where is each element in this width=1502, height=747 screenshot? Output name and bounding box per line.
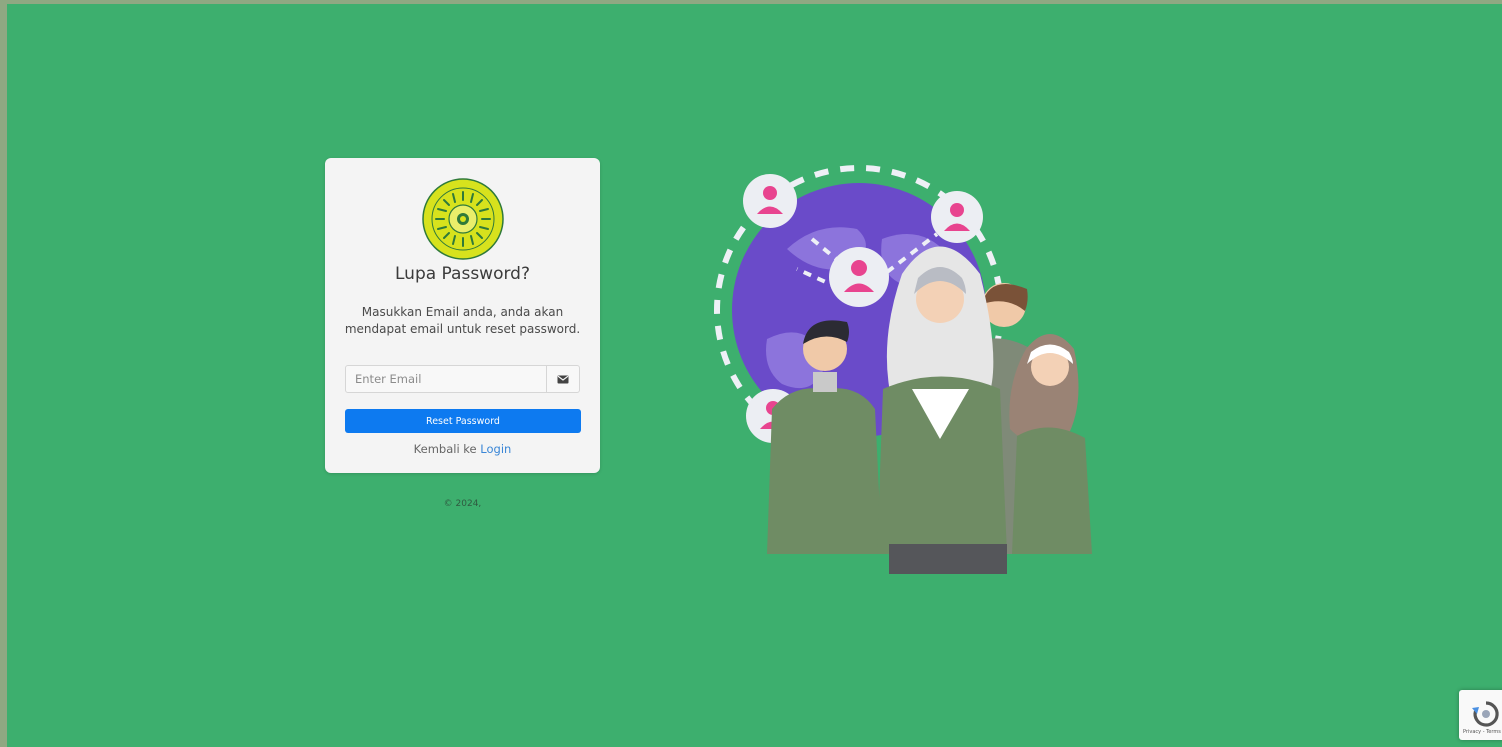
- reset-password-button[interactable]: Reset Password: [345, 409, 581, 433]
- back-text: Kembali ke: [413, 442, 477, 456]
- login-link[interactable]: Login: [480, 442, 511, 456]
- page-title: Lupa Password?: [395, 264, 530, 284]
- envelope-icon: [546, 366, 579, 392]
- user-avatar-icon: [931, 191, 983, 243]
- recaptcha-privacy-terms[interactable]: Privacy - Terms: [1463, 729, 1501, 735]
- email-input[interactable]: [346, 366, 546, 392]
- recaptcha-icon: [1472, 701, 1499, 727]
- university-seal-logo: [422, 178, 504, 260]
- page-background: Lupa Password? Masukkan Email anda, anda…: [7, 4, 1502, 747]
- students-globe-illustration: [714, 165, 1092, 574]
- student-figure: [1009, 334, 1092, 554]
- back-to-login: Kembali ke Login: [325, 442, 600, 456]
- recaptcha-badge[interactable]: Privacy - Terms: [1459, 690, 1502, 740]
- user-avatar-icon: [743, 174, 797, 228]
- email-input-group: [345, 365, 580, 393]
- footer-copyright: © 2024,: [443, 499, 482, 509]
- forgot-password-card: Lupa Password? Masukkan Email anda, anda…: [325, 158, 600, 473]
- instruction-text: Masukkan Email anda, anda akan mendapat …: [344, 305, 581, 336]
- user-avatar-icon: [829, 247, 889, 307]
